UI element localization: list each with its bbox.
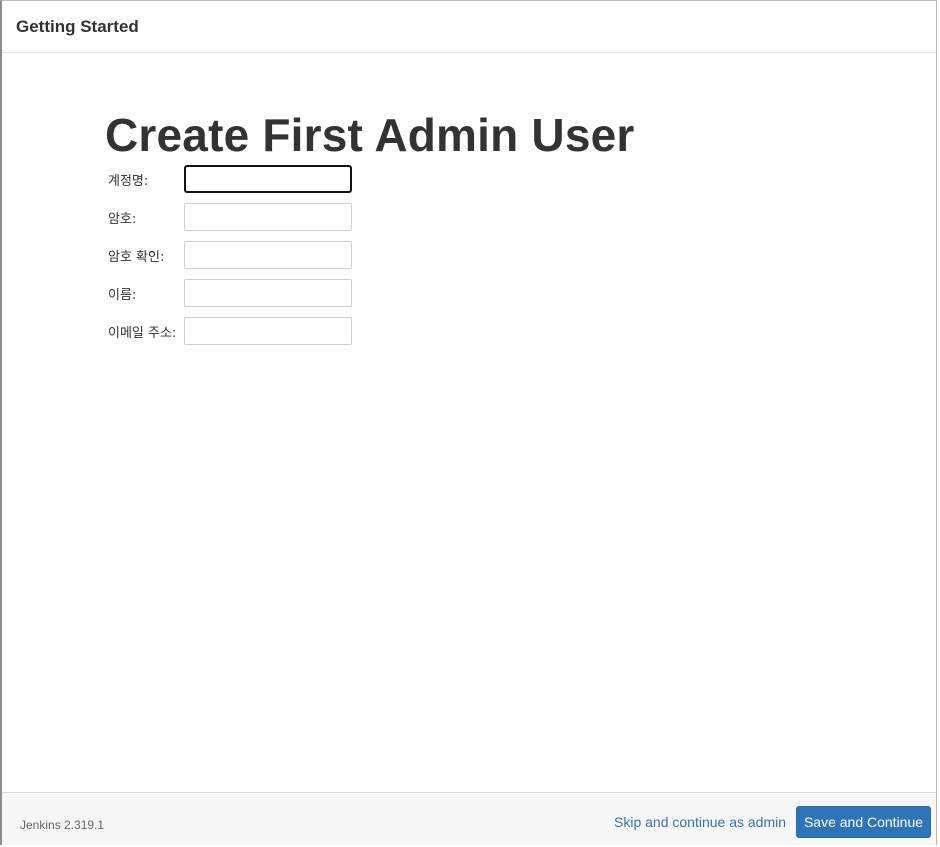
setup-wizard-window: Getting Started Create First Admin User … bbox=[0, 0, 937, 845]
save-and-continue-button[interactable]: Save and Continue bbox=[796, 806, 931, 838]
password-confirm-label: 암호 확인: bbox=[108, 249, 165, 265]
version-label: Jenkins 2.319.1 bbox=[20, 818, 105, 832]
wizard-footer: Jenkins 2.319.1 Skip and continue as adm… bbox=[2, 792, 936, 845]
username-label: 계정명: bbox=[108, 173, 149, 189]
skip-and-continue-link[interactable]: Skip and continue as admin bbox=[614, 814, 786, 830]
username-field[interactable] bbox=[184, 165, 352, 193]
password-confirm-field[interactable] bbox=[184, 241, 352, 269]
form-row-username: 계정명: bbox=[108, 165, 352, 193]
wizard-header: Getting Started bbox=[2, 1, 936, 53]
page-title: Create First Admin User bbox=[105, 109, 635, 161]
form-row-password-confirm: 암호 확인: bbox=[108, 241, 352, 269]
admin-user-form: 계정명: 암호: 암호 확인: 이름: 이메일 주소: bbox=[108, 165, 352, 355]
fullname-field[interactable] bbox=[184, 279, 352, 307]
form-row-email: 이메일 주소: bbox=[108, 317, 352, 345]
wizard-header-title: Getting Started bbox=[16, 16, 139, 36]
email-field[interactable] bbox=[184, 317, 352, 345]
password-field[interactable] bbox=[184, 203, 352, 231]
form-row-fullname: 이름: bbox=[108, 279, 352, 307]
form-row-password: 암호: bbox=[108, 203, 352, 231]
fullname-label: 이름: bbox=[108, 287, 137, 303]
wizard-content: Create First Admin User 계정명: 암호: 암호 확인: … bbox=[2, 53, 936, 792]
email-label: 이메일 주소: bbox=[108, 325, 177, 341]
password-label: 암호: bbox=[108, 211, 137, 227]
